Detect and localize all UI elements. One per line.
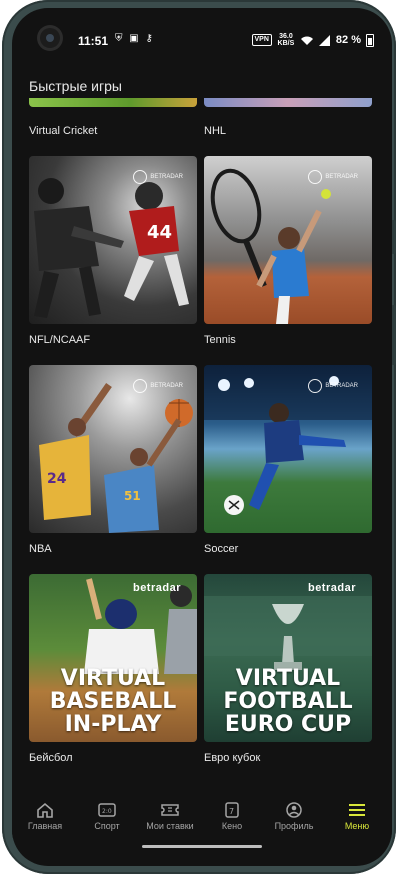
nav-keno-label: Кено xyxy=(221,821,243,831)
network-speed-unit: KB/S xyxy=(277,40,295,47)
nav-my-bets-label: Мои ставки xyxy=(146,821,194,831)
euro-cup-card[interactable]: betradar VIRTUAL FOOTBALL EURO CUP xyxy=(204,574,372,742)
nba-card[interactable]: 24 51 BETRADAR xyxy=(29,365,197,533)
vpn-icon: VPN xyxy=(251,34,272,46)
brand-logo: BETRADAR xyxy=(308,379,358,393)
nfl-label[interactable]: NFL/NCAAF xyxy=(29,334,90,346)
signal-icon xyxy=(318,34,330,46)
banner-line: VIRTUAL xyxy=(235,666,341,691)
euro-cup-label[interactable]: Евро кубок xyxy=(204,752,260,764)
nav-menu-label: Меню xyxy=(344,821,370,831)
nav-home[interactable]: Главная xyxy=(15,788,75,838)
svg-text:7: 7 xyxy=(229,807,234,816)
svg-text:51: 51 xyxy=(124,489,141,503)
tennis-card[interactable]: BETRADAR xyxy=(204,156,372,324)
battery-percent: 82 % xyxy=(335,34,361,46)
phone-frame: 11:51 ⛨ ▣ ⚷ VPN 36.0 KB/S 82 % Быстрые и… xyxy=(2,0,396,874)
brand-text: BETRADAR xyxy=(150,383,183,389)
banner-line: FOOTBALL xyxy=(223,689,353,714)
brand-logo: BETRADAR xyxy=(133,170,183,184)
status-time: 11:51 xyxy=(78,34,109,48)
ticket-icon xyxy=(161,804,179,816)
nba-label[interactable]: NBA xyxy=(29,543,52,555)
screen: 11:51 ⛨ ▣ ⚷ VPN 36.0 KB/S 82 % Быстрые и… xyxy=(12,8,392,866)
nav-home-label: Главная xyxy=(27,821,63,831)
nhl-card[interactable] xyxy=(204,98,372,107)
network-speed-value: 36.0 xyxy=(279,33,293,40)
banner-line: IN-PLAY xyxy=(64,712,162,737)
svg-text:2:0: 2:0 xyxy=(102,808,112,815)
soccer-label[interactable]: Soccer xyxy=(204,543,238,555)
brand-text: BETRADAR xyxy=(325,174,358,180)
home-icon xyxy=(37,802,53,818)
svg-text:24: 24 xyxy=(47,471,67,487)
nav-keno[interactable]: 7 Кено xyxy=(202,788,262,838)
betradar-logo: betradar xyxy=(307,582,356,594)
tennis-label[interactable]: Tennis xyxy=(204,334,236,346)
brand-logo: BETRADAR xyxy=(308,170,358,184)
banner-line: VIRTUAL xyxy=(60,666,166,691)
betradar-logo: betradar xyxy=(132,582,181,594)
nav-my-bets[interactable]: Мои ставки xyxy=(140,788,200,838)
virtual-cricket-card[interactable] xyxy=(29,98,197,107)
scoreboard-icon: 2:0 xyxy=(98,803,116,817)
profile-icon xyxy=(286,802,302,818)
soccer-card[interactable]: BETRADAR xyxy=(204,365,372,533)
keno-icon: 7 xyxy=(225,802,239,818)
nav-sport[interactable]: 2:0 Спорт xyxy=(77,788,137,838)
status-right: VPN 36.0 KB/S 82 % xyxy=(251,33,374,47)
baseball-label[interactable]: Бейсбол xyxy=(29,752,73,764)
page-title: Быстрые игры xyxy=(29,78,122,94)
euro-cup-banner: VIRTUAL FOOTBALL EURO CUP xyxy=(204,667,372,736)
notification-icons: ⛨ ▣ ⚷ xyxy=(115,33,155,44)
bottom-nav: Главная 2:0 Спорт Мои ставки 7 Кено Проф… xyxy=(12,788,392,838)
status-bar: 11:51 ⛨ ▣ ⚷ VPN 36.0 KB/S 82 % xyxy=(12,8,392,48)
menu-icon xyxy=(349,804,365,816)
home-indicator[interactable] xyxy=(142,845,262,848)
svg-text:44: 44 xyxy=(147,222,172,243)
games-grid: Virtual Cricket NHL 44 BETRADAR NFL/NCAA… xyxy=(12,98,392,788)
network-speed: 36.0 KB/S xyxy=(277,33,295,47)
virtual-cricket-label[interactable]: Virtual Cricket xyxy=(29,125,97,137)
nav-sport-label: Спорт xyxy=(94,821,120,831)
brand-logo: BETRADAR xyxy=(133,379,183,393)
nav-profile[interactable]: Профиль xyxy=(264,788,324,838)
nhl-label[interactable]: NHL xyxy=(204,125,226,137)
battery-icon xyxy=(366,33,374,47)
brand-text: BETRADAR xyxy=(325,383,358,389)
nav-profile-label: Профиль xyxy=(274,821,314,831)
brand-text: BETRADAR xyxy=(150,174,183,180)
banner-line: EURO CUP xyxy=(224,712,352,737)
baseball-card[interactable]: betradar VIRTUAL BASEBALL IN-PLAY xyxy=(29,574,197,742)
nav-menu[interactable]: Меню xyxy=(327,788,387,838)
camera-hole xyxy=(40,28,60,48)
wifi-icon xyxy=(300,36,313,45)
nfl-card[interactable]: 44 BETRADAR xyxy=(29,156,197,324)
baseball-banner: VIRTUAL BASEBALL IN-PLAY xyxy=(29,667,197,736)
banner-line: BASEBALL xyxy=(49,689,177,714)
